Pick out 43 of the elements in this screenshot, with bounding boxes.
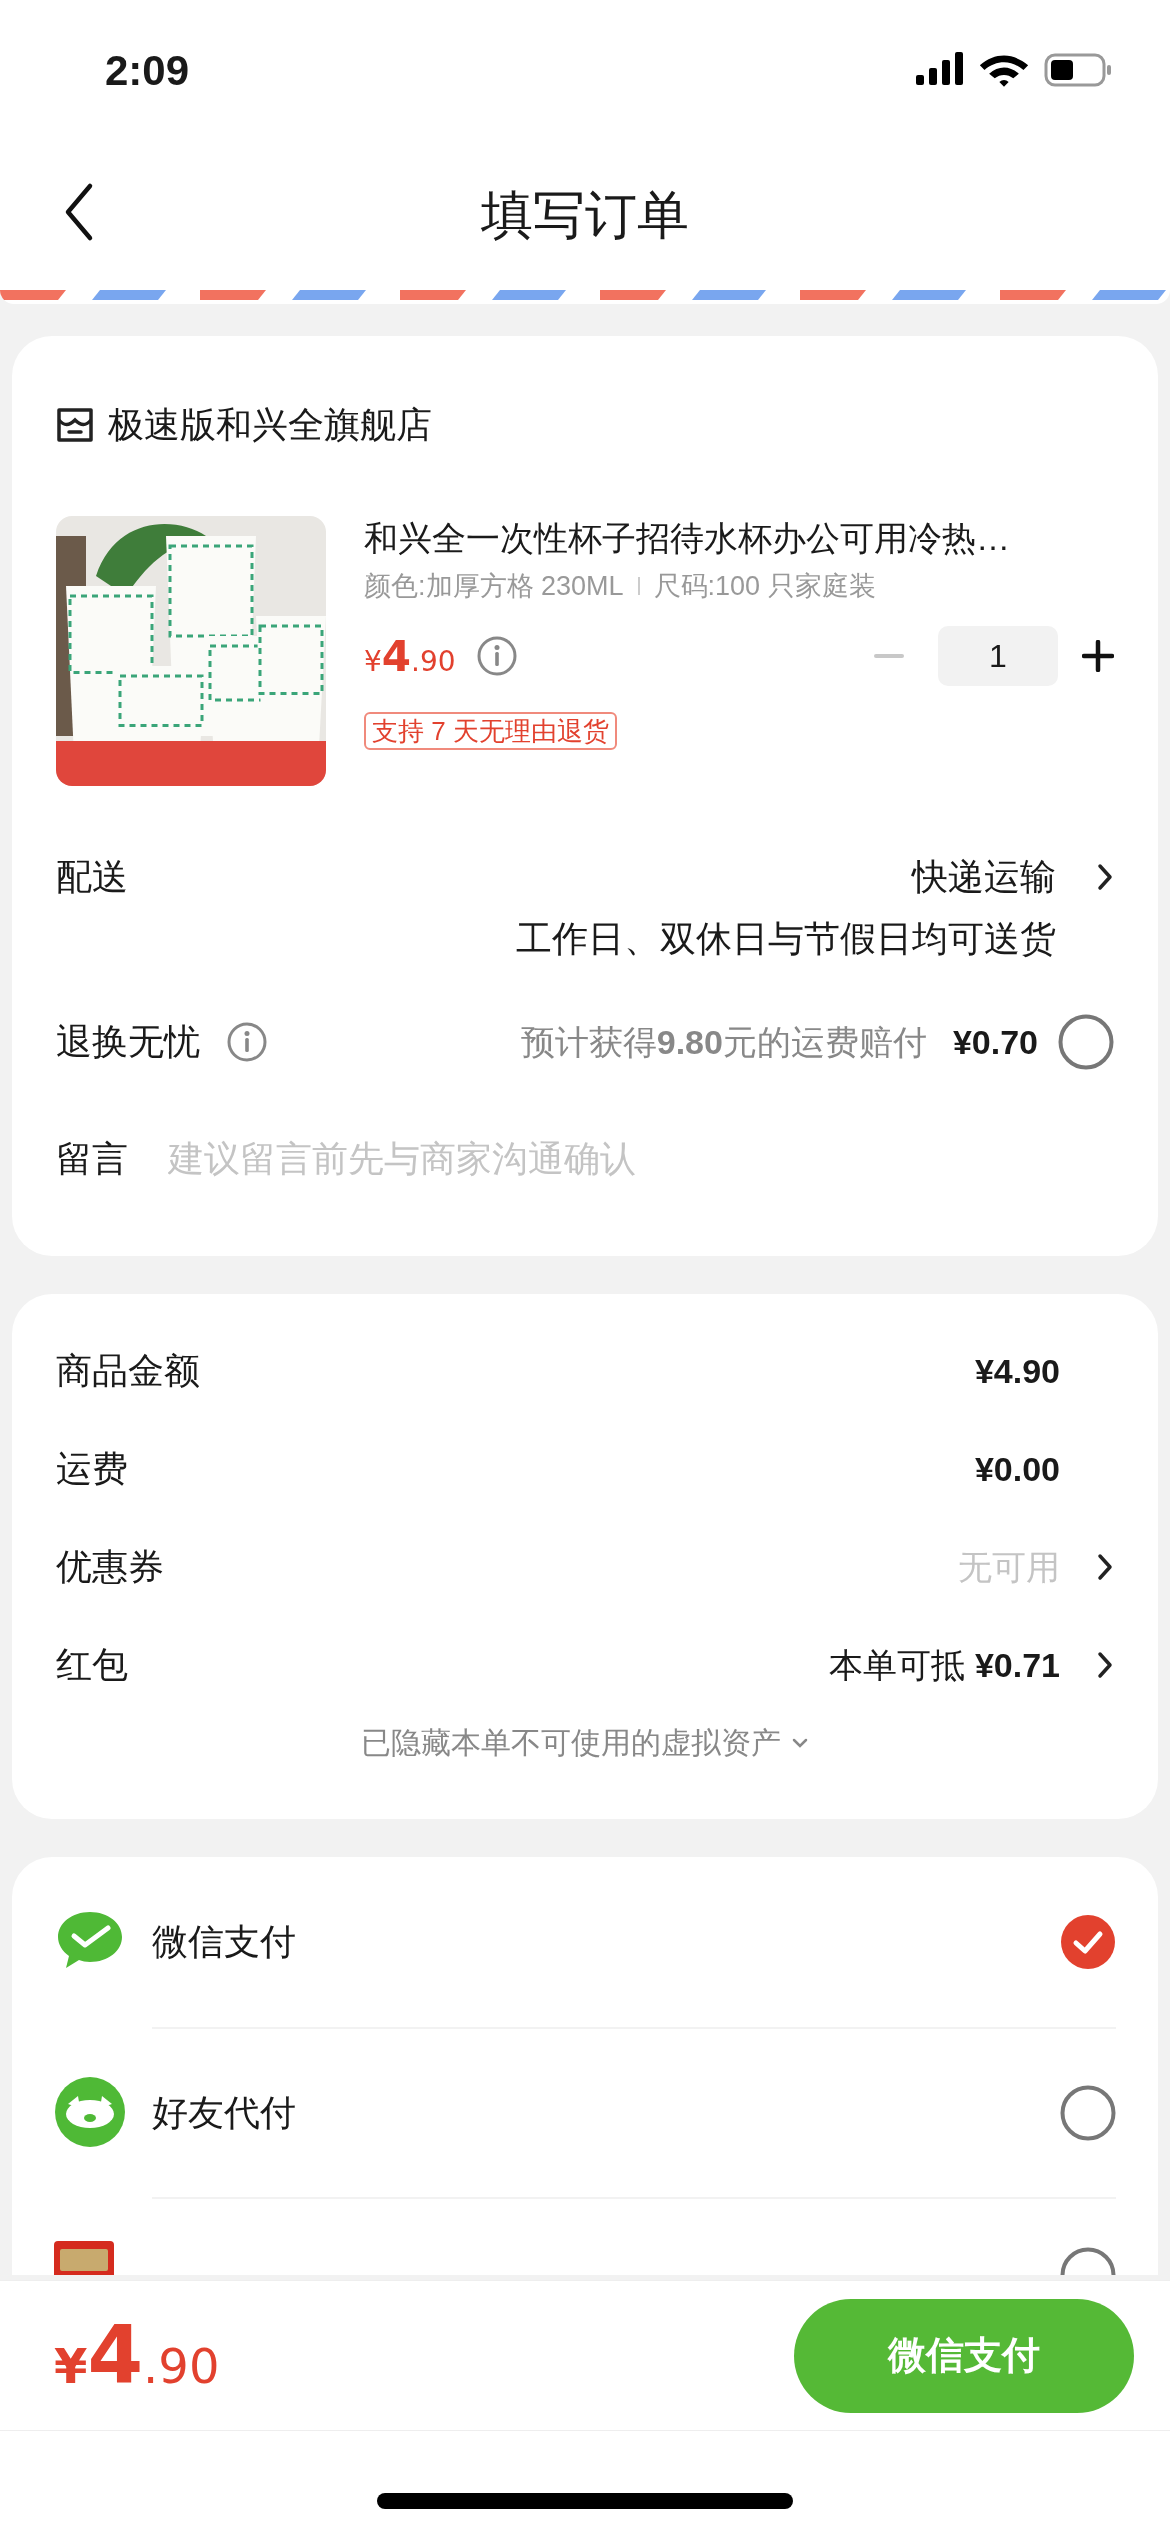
summary-label: 商品金额: [56, 1349, 200, 1393]
chevron-right-icon: [1096, 1552, 1114, 1582]
spec-text: 尺码:100 只家庭装: [653, 570, 876, 603]
summary-label: 运费: [56, 1447, 128, 1491]
summary-label: 优惠券: [56, 1545, 164, 1589]
summary-label: 红包: [56, 1643, 128, 1687]
product-title[interactable]: 和兴全一次性杯子招待水杯办公可用冷热…: [364, 516, 1114, 560]
insurance-price: ¥0.70: [952, 1021, 1038, 1063]
radio-button[interactable]: [1060, 2085, 1116, 2141]
hidden-assets-note[interactable]: 已隐藏本单不可使用的虚拟资产: [361, 1720, 781, 1765]
status-time: 2:09: [105, 45, 190, 96]
summary-value[interactable]: 本单可抵 ¥0.71: [829, 1639, 1060, 1691]
spec-text: 颜色:加厚方格 230ML: [364, 570, 624, 603]
page-title: 填写订单: [481, 185, 689, 246]
store-name[interactable]: 极速版和兴全旗舰店: [108, 398, 432, 452]
chevron-right-icon: [1096, 1650, 1114, 1680]
insurance-description: 预计获得9.80元的运费赔付: [520, 1021, 927, 1063]
friend-face-icon: [54, 2076, 126, 2148]
info-icon[interactable]: [226, 1021, 268, 1063]
chevron-down-icon[interactable]: [791, 1736, 809, 1749]
card-icon: [54, 2241, 114, 2275]
return-policy-tag: 支持 7 天无理由退货: [364, 711, 617, 750]
summary-value: ¥0.00: [974, 1448, 1060, 1490]
summary-value: ¥4.90: [974, 1350, 1060, 1392]
chevron-right-icon: [1096, 862, 1114, 892]
delivery-note: 工作日、双休日与节假日均可送货: [516, 917, 1056, 961]
battery-icon: [1044, 53, 1112, 87]
total-price: ¥4.90: [54, 2307, 220, 2404]
info-icon[interactable]: [475, 635, 518, 677]
product-price: ¥4.90: [364, 630, 456, 683]
store-icon: [56, 407, 94, 443]
payment-method[interactable]: 微信支付: [152, 1915, 296, 1969]
radio-button[interactable]: [1060, 2245, 1116, 2275]
plus-icon[interactable]: [1082, 640, 1114, 672]
payment-method[interactable]: 好友代付: [152, 2086, 296, 2140]
insurance-label: 退换无忧: [56, 1020, 200, 1064]
delivery-label: 配送: [56, 855, 128, 899]
signal-icon: [916, 52, 964, 88]
radio-button[interactable]: [1058, 1014, 1114, 1070]
delivery-method[interactable]: 快递运输: [912, 850, 1056, 904]
radio-checked[interactable]: [1060, 1914, 1116, 1970]
message-label: 留言: [56, 1137, 128, 1181]
quantity-field[interactable]: 1: [938, 626, 1058, 686]
